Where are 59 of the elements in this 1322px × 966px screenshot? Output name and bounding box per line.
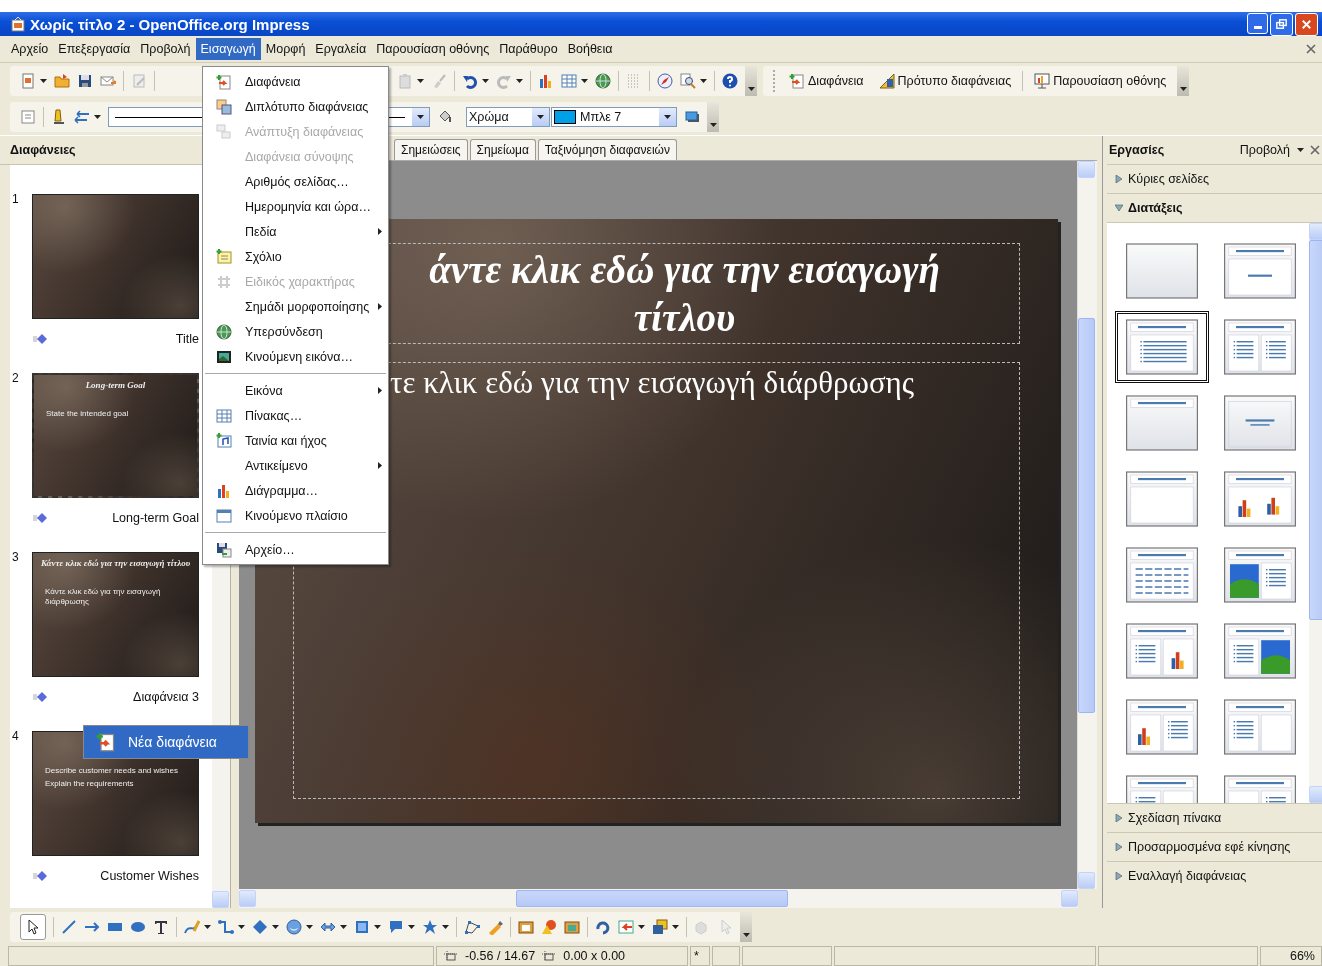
modified-indicator: *: [694, 949, 699, 963]
slide-number: 4: [11, 729, 20, 745]
menu-item[interactable]: Διαφάνεια: [203, 69, 388, 94]
menu-item[interactable]: Ημερομηνία και ώρα…: [203, 194, 388, 219]
area-style-dropdown[interactable]: Χρώμα: [466, 107, 550, 127]
slide-thumbnail[interactable]: Long-term Goal State the intended goal: [32, 373, 199, 498]
section-label: Κύριες σελίδες: [1128, 172, 1209, 186]
menu-item[interactable]: Μορφή: [260, 38, 311, 60]
menu-item[interactable]: Επεξεργασία: [53, 38, 136, 60]
menu-item[interactable]: Προβολή: [135, 38, 196, 60]
view-tab[interactable]: Σημείωμα: [469, 139, 536, 160]
section-label: Προσαρμοσμένα εφέ κίνησης: [1128, 840, 1291, 854]
task-pane-title: Εργασίες: [1109, 143, 1165, 157]
slide-show-button[interactable]: Παρουσίαση οθόνης: [1030, 73, 1171, 89]
context-menu[interactable]: Νέα διαφάνεια: [83, 725, 249, 759]
slide-name: Customer Wishes: [100, 869, 199, 883]
slide-title-text: άντε κλικ εδώ για την εισαγωγή τίτλου: [428, 246, 941, 341]
thumbnail-bullet: Describe customer needs and wishes: [44, 766, 179, 776]
slide-template-button[interactable]: Πρότυπο διαφάνειας: [874, 73, 1016, 89]
thumbnail-bullet: Explain the requirements: [44, 779, 135, 789]
menu-item[interactable]: Εργαλεία: [310, 38, 372, 60]
zoom-level: 66%: [1289, 949, 1315, 963]
thumbnail-title: Κάντε κλικ εδώ για την εισαγωγή τίτλου: [39, 558, 192, 570]
menu-item[interactable]: Πεδία: [203, 219, 388, 244]
section-header[interactable]: Σχεδίαση πίνακα: [1107, 803, 1322, 832]
view-menu-button[interactable]: Προβολή: [1239, 143, 1290, 157]
cursor-position: -0.56 / 14.67: [465, 949, 536, 963]
slide-number: 1: [11, 192, 20, 208]
slide-name: Title: [175, 332, 199, 346]
menu-item[interactable]: Αριθμός σελίδας…: [203, 169, 388, 194]
view-tab[interactable]: Σημειώσεις: [394, 139, 468, 160]
slide-outline-text: τε κλικ εδώ για την εισαγωγή διάρθρωσης: [390, 364, 916, 402]
window-title: Χωρίς τίτλο 2 - OpenOffice.org Impress: [30, 15, 310, 33]
slide-number: 3: [11, 550, 20, 566]
menu-item[interactable]: Αρχείο: [6, 38, 54, 60]
section-label: Σχεδίαση πίνακα: [1128, 811, 1222, 825]
new-slide-button[interactable]: Διαφάνεια: [785, 73, 868, 89]
slide-number: 2: [11, 371, 20, 387]
menu-item[interactable]: Βοήθεια: [562, 38, 618, 60]
fill-color-dropdown[interactable]: Μπλε 7: [551, 107, 677, 127]
section-header[interactable]: Προσαρμοσμένα εφέ κίνησης: [1107, 832, 1322, 861]
thumbnail-bullet: State the intended goal: [45, 409, 130, 419]
menu-item[interactable]: Διπλότυπο διαφάνειας: [203, 94, 388, 119]
section-label: Εναλλαγή διαφάνειας: [1128, 869, 1247, 883]
menu-item[interactable]: Παρουσίαση οθόνης: [371, 38, 495, 60]
slide-name: Long-term Goal: [112, 511, 199, 525]
slide-name: Διαφάνεια 3: [133, 690, 199, 704]
fill-color-value: Μπλε 7: [580, 110, 622, 124]
menu-item[interactable]: Εισαγωγή: [195, 38, 261, 60]
thumbnail-bullet: Κάντε κλικ εδώ για την εισαγωγή διάρθρωσης: [44, 587, 162, 607]
section-header[interactable]: Κύριες σελίδες: [1107, 164, 1322, 193]
slide-thumbnail[interactable]: Κάντε κλικ εδώ για την εισαγωγή τίτλου Κάντε κλικ εδώ για την εισαγωγή διάρθρωσης: [32, 552, 199, 677]
menu-item[interactable]: Παράθυρο: [494, 38, 563, 60]
object-size: 0.00 x 0.00: [563, 949, 626, 963]
section-label: Διατάξεις: [1128, 201, 1183, 215]
view-tab[interactable]: Ταξινόμηση διαφανειών: [537, 139, 677, 160]
area-style-value: Χρώμα: [469, 110, 509, 124]
thumbnail-title: Long-term Goal: [84, 380, 147, 392]
section-header[interactable]: Εναλλαγή διαφάνειας: [1107, 861, 1322, 890]
